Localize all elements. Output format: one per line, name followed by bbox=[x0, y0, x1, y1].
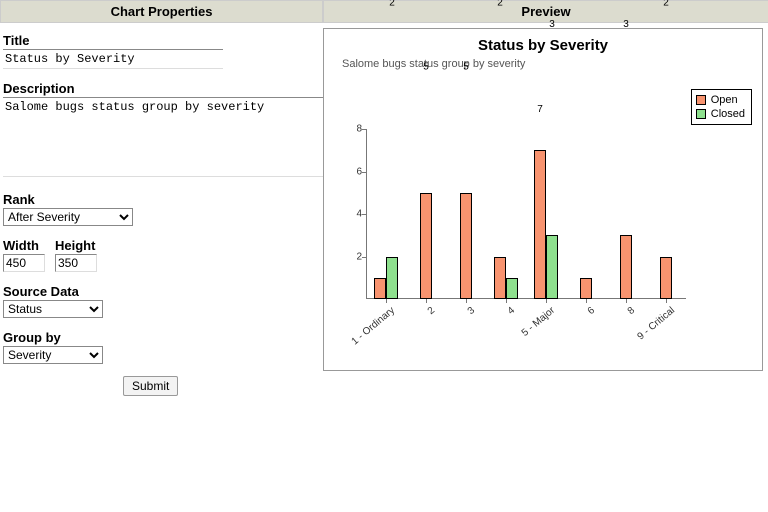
legend-swatch-closed bbox=[696, 109, 706, 119]
x-tick-label: 1 - Ordinary bbox=[350, 305, 398, 347]
legend-label-closed: Closed bbox=[711, 107, 745, 121]
bar-value-label: 3 bbox=[545, 19, 559, 127]
y-tick bbox=[362, 257, 366, 258]
legend-label-open: Open bbox=[711, 93, 738, 107]
y-tick-label: 8 bbox=[346, 124, 362, 135]
x-tick-label: 9 - Critical bbox=[636, 305, 678, 342]
chart-preview: Status by Severity Salome bugs status gr… bbox=[323, 28, 763, 371]
x-tick-label: 8 bbox=[626, 305, 637, 317]
x-tick bbox=[666, 299, 667, 303]
y-tick-label: 2 bbox=[346, 251, 362, 262]
x-tick bbox=[506, 299, 507, 303]
bar-open bbox=[420, 193, 432, 299]
x-axis bbox=[366, 298, 686, 299]
source-data-select[interactable]: Status bbox=[3, 300, 103, 318]
y-tick bbox=[362, 129, 366, 130]
y-tick bbox=[362, 172, 366, 173]
chart-properties-header: Chart Properties bbox=[0, 0, 323, 23]
legend-item-open: Open bbox=[696, 93, 745, 107]
title-label: Title bbox=[3, 33, 320, 48]
width-input[interactable] bbox=[3, 254, 45, 272]
description-textarea[interactable] bbox=[3, 97, 323, 177]
x-tick-label: 3 bbox=[466, 305, 477, 317]
y-tick-label: 6 bbox=[346, 166, 362, 177]
bar-closed bbox=[386, 257, 398, 300]
bar-value-label: 3 bbox=[619, 19, 633, 127]
bar-value-label: 1 bbox=[505, 0, 519, 127]
bar-open bbox=[494, 257, 506, 300]
x-tick bbox=[626, 299, 627, 303]
bar-value-label: 2 bbox=[385, 0, 399, 127]
x-tick-label: 2 bbox=[426, 305, 437, 317]
legend-item-closed: Closed bbox=[696, 107, 745, 121]
y-tick-label: 4 bbox=[346, 209, 362, 220]
bar-open bbox=[660, 257, 672, 300]
description-label: Description bbox=[3, 81, 320, 96]
x-tick bbox=[546, 299, 547, 303]
group-by-label: Group by bbox=[3, 330, 320, 345]
bar-open bbox=[534, 150, 546, 299]
height-label: Height bbox=[55, 238, 97, 253]
x-tick bbox=[426, 299, 427, 303]
rank-select[interactable]: After Severity bbox=[3, 208, 133, 226]
x-tick bbox=[466, 299, 467, 303]
bar-open bbox=[374, 278, 386, 299]
x-tick-label: 4 bbox=[506, 305, 517, 317]
group-by-select[interactable]: Severity bbox=[3, 346, 103, 364]
bar-value-label: 5 bbox=[419, 61, 433, 127]
x-tick bbox=[586, 299, 587, 303]
bar-value-label: 1 bbox=[579, 0, 593, 127]
source-data-label: Source Data bbox=[3, 284, 320, 299]
chart-plot-area: 24681 - Ordinary1225354215 - Major736183… bbox=[366, 129, 686, 299]
bar-value-label: 5 bbox=[459, 61, 473, 127]
y-tick bbox=[362, 214, 366, 215]
x-tick-label: 6 bbox=[586, 305, 597, 317]
x-tick bbox=[386, 299, 387, 303]
bar-open bbox=[460, 193, 472, 299]
bar-open bbox=[620, 235, 632, 299]
rank-label: Rank bbox=[3, 192, 320, 207]
bar-value-label: 2 bbox=[659, 0, 673, 127]
y-axis bbox=[366, 129, 367, 299]
submit-button[interactable]: Submit bbox=[123, 376, 178, 396]
bar-closed bbox=[506, 278, 518, 299]
chart-legend: Open Closed bbox=[691, 89, 752, 125]
chart-properties-panel: Title Description Rank After Severity Wi… bbox=[0, 23, 323, 396]
bar-open bbox=[580, 278, 592, 299]
x-tick-label: 5 - Major bbox=[520, 305, 557, 339]
width-label: Width bbox=[3, 238, 45, 253]
title-input[interactable] bbox=[3, 49, 223, 69]
bar-closed bbox=[546, 235, 558, 299]
legend-swatch-open bbox=[696, 95, 706, 105]
height-input[interactable] bbox=[55, 254, 97, 272]
